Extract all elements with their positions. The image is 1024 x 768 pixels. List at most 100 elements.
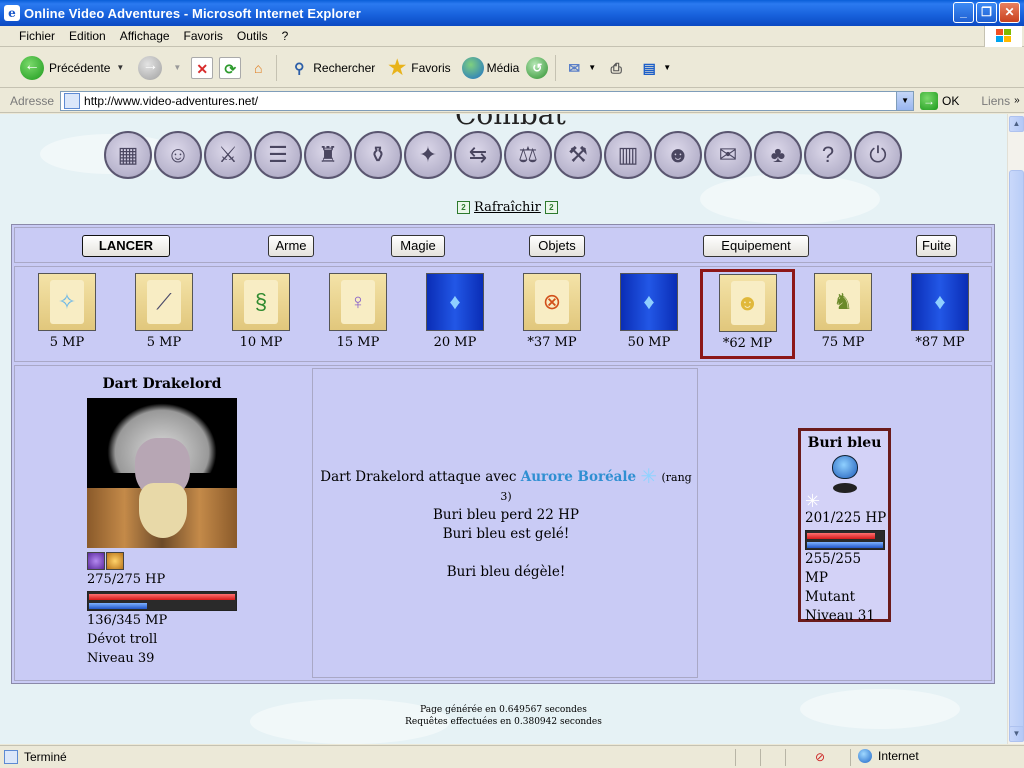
- history-icon[interactable]: ↺: [526, 56, 549, 79]
- menu-affichage[interactable]: Affichage: [113, 29, 177, 43]
- castle-icon[interactable]: ♜: [304, 131, 352, 179]
- blue-flame-icon: ♦: [426, 273, 484, 331]
- spell-slot[interactable]: ♀ 15 MP: [328, 273, 388, 350]
- spell-slot[interactable]: § 10 MP: [231, 273, 291, 350]
- chat-bubble-icon[interactable]: ✉: [704, 131, 752, 179]
- chevron-down-icon[interactable]: ▼: [588, 63, 596, 72]
- maximize-button[interactable]: ❐: [976, 2, 997, 23]
- tools-icon[interactable]: ⚒: [554, 131, 602, 179]
- equipement-button[interactable]: Equipement: [703, 235, 809, 257]
- refresh-icon[interactable]: ⟳: [219, 56, 242, 79]
- crossed-swords-icon[interactable]: ⚔: [204, 131, 252, 179]
- lancer-button[interactable]: LANCER: [82, 235, 170, 257]
- power-icon[interactable]: ⏻: [854, 131, 902, 179]
- scroll-icon[interactable]: ☰: [254, 131, 302, 179]
- menu-edition[interactable]: Edition: [62, 29, 113, 43]
- go-button[interactable]: → OK: [920, 91, 959, 110]
- privacy-blocked-icon[interactable]: ⊘: [815, 750, 825, 764]
- potions-icon[interactable]: ⚱: [354, 131, 402, 179]
- log-line: Buri bleu dégèle!: [446, 564, 566, 580]
- character-icon[interactable]: ☺: [154, 131, 202, 179]
- buff-icon[interactable]: [87, 552, 105, 570]
- back-button[interactable]: Précédente ▼: [16, 51, 128, 85]
- mail-icon[interactable]: ✉: [563, 57, 585, 79]
- links-button[interactable]: Liens: [981, 94, 1010, 108]
- enemy-name: Buri bleu: [807, 435, 882, 451]
- spell-cost: 10 MP: [239, 335, 283, 350]
- page-viewport[interactable]: Combat ▦ ☺ ⚔ ☰ ♜ ⚱ ✦ ⇆ ⚖ ⚒ ▥ ☻ ✉ ♣ ? ⏻ 2…: [0, 114, 1007, 744]
- spell-cost: *62 MP: [722, 336, 773, 351]
- favorites-button[interactable]: ★ Favoris: [379, 51, 454, 85]
- help-book-icon[interactable]: ?: [804, 131, 852, 179]
- page-title: Combat: [455, 114, 566, 131]
- player-card: Dart Drakelord 275/275 HP 136/345 MP Dév…: [87, 376, 247, 668]
- log-line: Dart Drakelord attaque avec Aurore Boréa…: [313, 466, 699, 506]
- player-name: Dart Drakelord: [102, 376, 222, 392]
- scroll-up-arrow-icon[interactable]: ▲: [1009, 116, 1024, 132]
- media-button[interactable]: Média: [455, 51, 524, 85]
- community-icon[interactable]: ♣: [754, 131, 802, 179]
- spell-slot[interactable]: ⊗ *37 MP: [522, 273, 582, 350]
- log-attacker: Dart Drakelord attaque avec: [320, 469, 517, 485]
- page-footer: Page générée en 0.649567 secondes Requêt…: [0, 704, 1007, 728]
- scroll-down-arrow-icon[interactable]: ▼: [1009, 726, 1024, 742]
- home-icon[interactable]: ⌂: [247, 57, 269, 79]
- fuite-button[interactable]: Fuite: [916, 235, 957, 257]
- objets-button[interactable]: Objets: [529, 235, 585, 257]
- enemy-mp-text: 255/255 MP: [805, 551, 862, 586]
- page-done-icon: [4, 750, 18, 764]
- log-line-blank: [313, 544, 699, 563]
- enemy-hp-text: 201/225 HP: [805, 510, 887, 526]
- spell-list: ✧ 5 MP ⟋ 5 MP § 10 MP ♀ 15 MP ♦ 20 MP ⊗ …: [14, 266, 992, 362]
- separator: [555, 54, 557, 81]
- chevron-down-icon[interactable]: ▼: [173, 63, 181, 72]
- chevron-down-icon[interactable]: ▼: [663, 63, 671, 72]
- group-portrait-icon[interactable]: ☻: [654, 131, 702, 179]
- minimize-button[interactable]: _: [953, 2, 974, 23]
- print-icon[interactable]: ⎙: [605, 57, 627, 79]
- footer-queries: Requêtes effectuées en 0.380942 secondes: [405, 717, 602, 727]
- refresh-label[interactable]: Rafraîchir: [474, 200, 541, 215]
- window-title: Online Video Adventures - Microsoft Inte…: [24, 5, 361, 21]
- stop-icon[interactable]: ✕: [191, 56, 214, 79]
- menu-favoris[interactable]: Favoris: [177, 29, 230, 43]
- chevron-down-icon[interactable]: ▼: [896, 91, 914, 110]
- enemy-card[interactable]: Buri bleu ✳ 201/225 HP 255/255 MP Mutant…: [798, 428, 891, 624]
- edit-icon[interactable]: ▤: [638, 57, 660, 79]
- duel-icon[interactable]: ⚖: [504, 131, 552, 179]
- url-input[interactable]: http://www.video-adventures.net/ ▼: [60, 90, 915, 111]
- chevron-down-icon[interactable]: ▼: [116, 63, 124, 72]
- window-titlebar[interactable]: e Online Video Adventures - Microsoft In…: [0, 0, 1024, 26]
- spell-slot[interactable]: ♦ 20 MP: [425, 273, 485, 350]
- combat-area: Dart Drakelord 275/275 HP 136/345 MP Dév…: [14, 365, 992, 681]
- close-button[interactable]: ✕: [999, 2, 1020, 23]
- inventory-icon[interactable]: ▥: [604, 131, 652, 179]
- chevron-right-icon[interactable]: »: [1014, 95, 1020, 106]
- shuriken-icon[interactable]: ✦: [404, 131, 452, 179]
- buff-icon[interactable]: [106, 552, 124, 570]
- search-button[interactable]: ⚲ Rechercher: [281, 51, 379, 85]
- map-icon[interactable]: ▦: [104, 131, 152, 179]
- spell-slot[interactable]: ✧ 5 MP: [37, 273, 97, 350]
- page-icon: [64, 92, 81, 109]
- menu-help[interactable]: ?: [275, 29, 296, 43]
- forward-button[interactable]: ▼: [134, 51, 185, 85]
- spell-cost: 20 MP: [433, 335, 477, 350]
- log-line: Buri bleu perd 22 HP: [433, 507, 579, 523]
- scroll-thumb[interactable]: [1009, 170, 1024, 730]
- spell-slot[interactable]: ♦ *87 MP: [910, 273, 970, 350]
- arme-button[interactable]: Arme: [268, 235, 314, 257]
- menu-outils[interactable]: Outils: [230, 29, 275, 43]
- figure-icon: ♀: [329, 273, 387, 331]
- spell-slot[interactable]: ♦ 50 MP: [619, 273, 679, 350]
- magie-button[interactable]: Magie: [391, 235, 445, 257]
- status-bar: Terminé ⊘ Internet: [0, 745, 1024, 768]
- spell-slot-selected[interactable]: ☻ *62 MP: [700, 269, 795, 359]
- refresh-link[interactable]: 2 Rafraîchir 2: [457, 200, 558, 215]
- spell-slot[interactable]: ♞ 75 MP: [813, 273, 873, 350]
- exchange-arrows-icon[interactable]: ⇆: [454, 131, 502, 179]
- menu-fichier[interactable]: Fichier: [12, 29, 62, 43]
- spell-slot[interactable]: ⟋ 5 MP: [134, 273, 194, 350]
- security-zone[interactable]: Internet: [858, 749, 919, 763]
- vertical-scrollbar[interactable]: ▲ ▼: [1007, 114, 1024, 744]
